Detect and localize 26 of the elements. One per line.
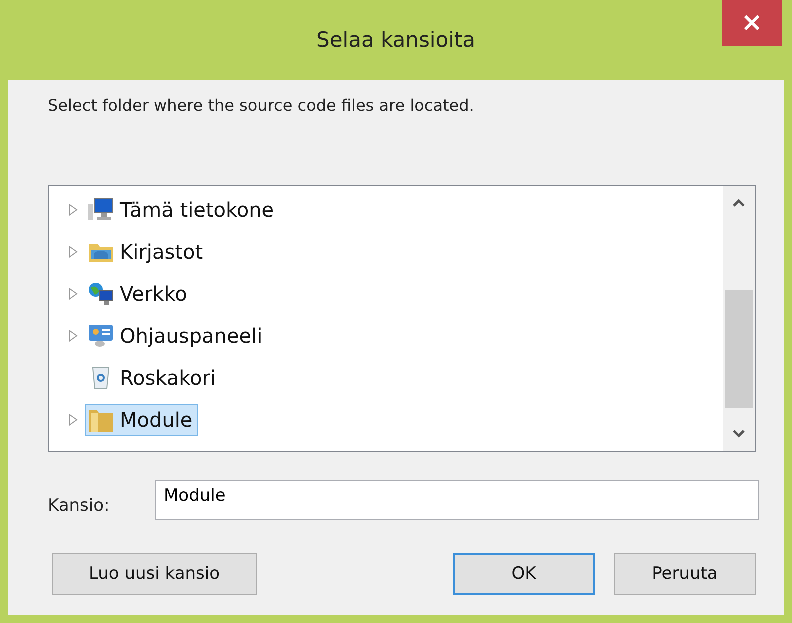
expand-icon[interactable] [69,330,79,342]
dialog-button[interactable]: OK [453,553,595,595]
computer-icon [88,198,114,222]
expand-icon[interactable] [69,246,79,258]
folder-icon [88,407,114,433]
window-title: Selaa kansioita [315,28,477,52]
expand-icon[interactable] [69,414,79,426]
close-button[interactable]: × [722,0,782,46]
tree-item[interactable]: Kirjastot [85,237,208,267]
dialog-button[interactable]: Peruuta [614,553,756,595]
tree-item[interactable]: Module [85,404,198,436]
folder-input[interactable]: Module [155,480,759,520]
dialog-button[interactable]: Luo uusi kansio [52,553,257,595]
scroll-up-icon[interactable] [732,198,746,208]
tree-item[interactable]: Verkko [85,279,192,309]
expand-icon[interactable] [69,204,79,216]
instruction-text: Select folder where the source code files are located. [48,96,476,117]
scrollbar[interactable] [723,186,755,451]
tree-item[interactable]: Tämä tietokone [85,195,280,225]
control-panel-icon [88,324,114,348]
tree-item[interactable]: Roskakori [85,363,222,393]
folder-label: Kansio: [48,496,111,516]
network-icon [88,282,114,306]
expand-icon[interactable] [69,288,79,300]
scroll-down-icon[interactable] [732,429,746,439]
tree-item[interactable]: Ohjauspaneeli [85,321,268,351]
